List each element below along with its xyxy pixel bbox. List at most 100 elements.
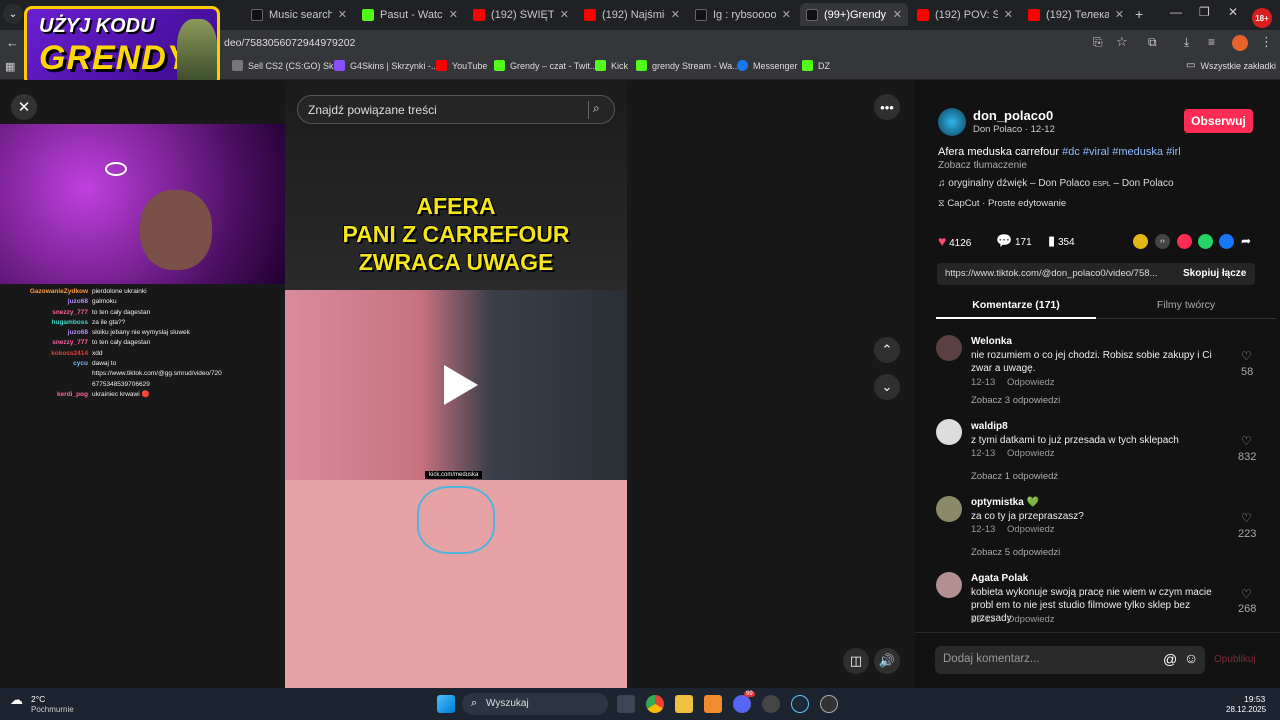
media-icon[interactable]: ≡	[1208, 35, 1215, 49]
whatsapp-icon[interactable]	[1198, 234, 1213, 249]
reply-button[interactable]: Odpowiedz	[1007, 614, 1055, 625]
embed-icon[interactable]: ‹›	[1155, 234, 1170, 249]
heart-outline-icon[interactable]: ♡	[1241, 587, 1252, 601]
coin-icon[interactable]	[1133, 234, 1148, 249]
related-search-input[interactable]: Znajdź powiązane treści ⌕	[297, 95, 615, 124]
extensions-icon[interactable]: ⧉	[1148, 35, 1157, 50]
send-icon[interactable]	[1177, 234, 1192, 249]
comment-count[interactable]: 💬 171	[996, 233, 1032, 249]
close-icon[interactable]: ✕	[893, 8, 902, 21]
discord-icon[interactable]	[733, 695, 751, 713]
bookmark-star-icon[interactable]: ☆	[1116, 34, 1128, 50]
close-window-button[interactable]: ✕	[1228, 5, 1238, 19]
heart-outline-icon[interactable]: ♡	[1241, 511, 1252, 525]
commenter-name[interactable]: optymistka 💚	[971, 497, 1039, 508]
tab-grendy[interactable]: (99+)Grendy (@x✕	[800, 3, 908, 26]
bookmark-sell-cs2[interactable]: Sell CS2 (CS:GO) Ski...	[232, 60, 343, 71]
bookmark-dz[interactable]: DZ	[802, 60, 830, 71]
copy-link-button[interactable]: Skopiuj łącze	[1183, 268, 1246, 279]
sound-line[interactable]: ♫ oryginalny dźwięk – Don Polaco ESPL – …	[938, 178, 1174, 189]
menu-icon[interactable]: ⋮	[1260, 34, 1273, 50]
media-player-icon[interactable]	[820, 695, 838, 713]
save-button[interactable]: ▮ 354	[1048, 233, 1075, 249]
bookmark-messenger[interactable]: Messenger	[737, 60, 798, 71]
chrome-icon[interactable]	[646, 695, 664, 713]
close-icon[interactable]: ✕	[1115, 8, 1124, 21]
facebook-icon[interactable]	[1219, 234, 1234, 249]
steam-icon[interactable]	[791, 695, 809, 713]
close-icon[interactable]: ✕	[11, 94, 37, 120]
play-icon[interactable]	[444, 365, 478, 405]
weather-temp[interactable]: 2°C	[31, 694, 45, 704]
commenter-name[interactable]: Agata Polak	[971, 573, 1028, 584]
author-handle[interactable]: don_polaco0	[973, 108, 1053, 123]
close-icon[interactable]: ✕	[671, 8, 680, 21]
new-tab-button[interactable]: +	[1135, 6, 1143, 22]
tab-music-search[interactable]: Music search resu✕	[245, 3, 353, 26]
apps-grid-icon[interactable]: ▦	[5, 60, 15, 73]
more-options-icon[interactable]: •••	[874, 94, 900, 120]
view-replies-button[interactable]: Zobacz 3 odpowiedzi	[971, 395, 1060, 406]
comment-input[interactable]: Dodaj komentarz... @ ☺	[935, 646, 1205, 674]
restore-button[interactable]: ❐	[1199, 5, 1210, 19]
all-bookmarks[interactable]: ▭ Wszystkie zakładki	[1186, 60, 1276, 71]
commenter-avatar[interactable]	[936, 419, 962, 445]
reply-button[interactable]: Odpowiedz	[1007, 524, 1055, 535]
reply-button[interactable]: Odpowiedz	[1007, 377, 1055, 388]
capcut-line[interactable]: ⧖ CapCut · Proste edytowanie	[938, 198, 1066, 209]
view-replies-button[interactable]: Zobacz 5 odpowiedzi	[971, 547, 1060, 558]
tab-comments[interactable]: Komentarze (171)	[936, 299, 1096, 311]
tab-swieta[interactable]: (192) ŚWIĘTA STR✕	[467, 3, 575, 26]
like-button[interactable]: ♥ 4126	[938, 233, 971, 249]
minimize-button[interactable]: —	[1170, 5, 1182, 19]
close-icon[interactable]: ✕	[782, 8, 791, 21]
hashtags[interactable]: #dc #viral #meduska #irl	[1062, 146, 1181, 158]
start-icon[interactable]	[437, 695, 455, 713]
back-icon[interactable]: ←	[6, 35, 19, 50]
commenter-avatar[interactable]	[936, 572, 962, 598]
pip-icon[interactable]: ◫	[843, 648, 869, 674]
tab-pasut[interactable]: Pasut - Watch clip✕	[356, 3, 464, 26]
tab-telekanal[interactable]: (192) Телеканал✕	[1022, 3, 1130, 26]
task-view-icon[interactable]	[617, 695, 635, 713]
app-orange-icon[interactable]	[704, 695, 722, 713]
clock-date[interactable]: 28.12.2025	[1226, 705, 1266, 714]
app-circle-icon[interactable]	[762, 695, 780, 713]
url-field[interactable]: deo/7583056072944979202	[224, 37, 355, 49]
heart-outline-icon[interactable]: ♡	[1241, 434, 1252, 448]
close-icon[interactable]: ✕	[449, 8, 458, 21]
profile-avatar[interactable]	[1232, 35, 1248, 51]
search-icon[interactable]: ⌕	[588, 101, 606, 119]
close-icon[interactable]: ✕	[1004, 8, 1013, 21]
mention-icon[interactable]: @	[1163, 651, 1177, 667]
follow-button[interactable]: Obserwuj	[1184, 109, 1253, 133]
reply-button[interactable]: Odpowiedz	[1007, 448, 1055, 459]
download-icon[interactable]: ⤓	[1184, 35, 1189, 50]
next-video-icon[interactable]: ⌄	[874, 374, 900, 400]
tab-najsmieszni[interactable]: (192) Najśmieszni✕	[578, 3, 686, 26]
previous-video-icon[interactable]: ⌃	[874, 337, 900, 363]
video-link[interactable]: https://www.tiktok.com/@don_polaco0/vide…	[945, 268, 1175, 279]
heart-outline-icon[interactable]: ♡	[1241, 349, 1252, 363]
author-avatar[interactable]	[938, 108, 966, 136]
publish-button[interactable]: Opublikuj	[1214, 654, 1256, 665]
close-icon[interactable]: ✕	[560, 8, 569, 21]
bookmark-grendy-stream[interactable]: grendy Stream - Wa...	[636, 60, 740, 71]
bookmark-youtube[interactable]: YouTube	[436, 60, 487, 71]
tab-rybsoooon[interactable]: Ig : rybsoooon (@✕	[689, 3, 797, 26]
clock-time[interactable]: 19:53	[1244, 694, 1265, 704]
commenter-avatar[interactable]	[936, 335, 962, 361]
tab-search-icon[interactable]: ⌄	[3, 4, 23, 24]
tab-pov-swieta[interactable]: (192) POV: Święta✕	[911, 3, 1019, 26]
emoji-icon[interactable]: ☺	[1184, 650, 1198, 666]
share-icon[interactable]: ➦	[1241, 234, 1251, 248]
commenter-name[interactable]: waldip8	[971, 421, 1008, 432]
weather-icon[interactable]: ☁	[10, 692, 23, 708]
commenter-avatar[interactable]	[936, 496, 962, 522]
bookmark-grendy-czat[interactable]: Grendy – czat - Twit...	[494, 60, 597, 71]
close-icon[interactable]: ✕	[338, 8, 347, 21]
file-explorer-icon[interactable]	[675, 695, 693, 713]
bookmark-g4skins[interactable]: G4Skins | Skrzynki -...	[334, 60, 438, 71]
view-replies-button[interactable]: Zobacz 1 odpowiedź	[971, 471, 1058, 482]
bookmark-kick[interactable]: Kick	[595, 60, 628, 71]
